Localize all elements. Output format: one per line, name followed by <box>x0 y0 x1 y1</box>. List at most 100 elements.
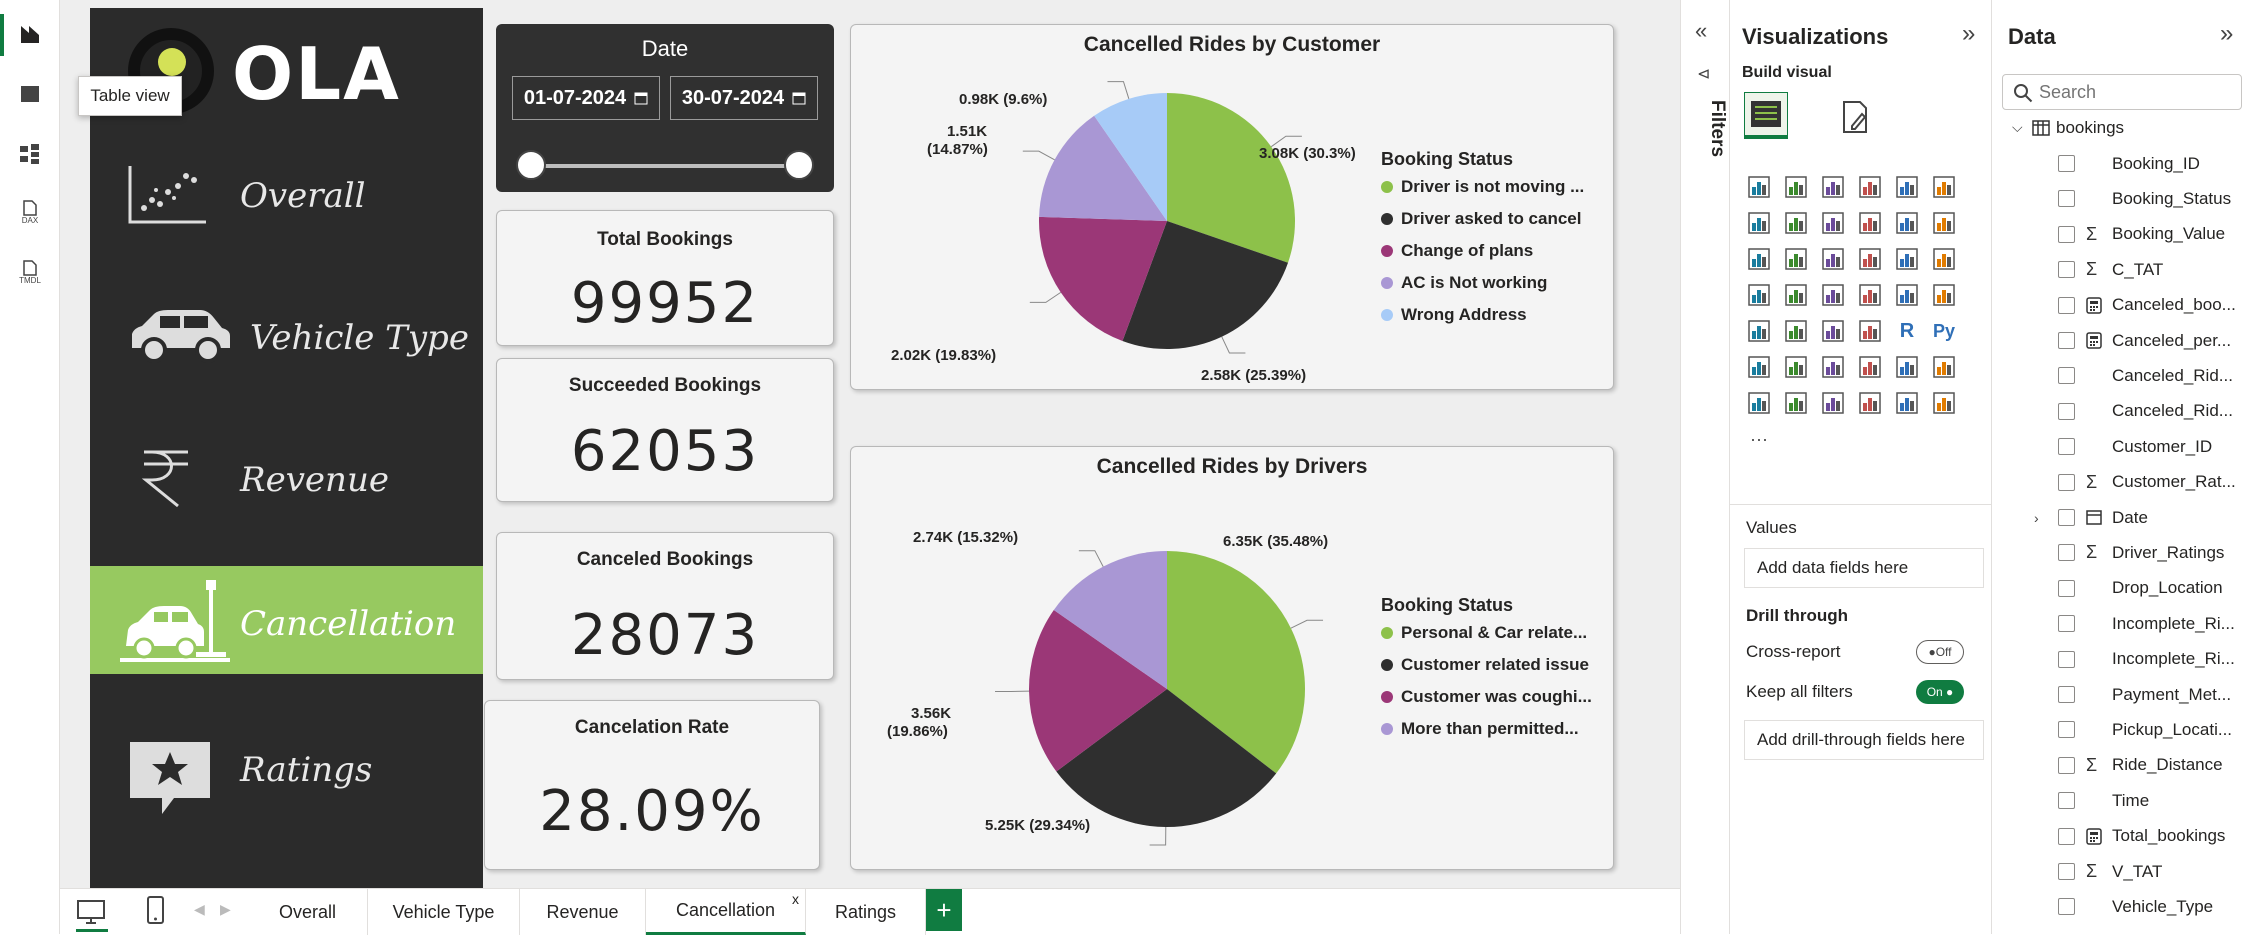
waterfall-icon[interactable] <box>1744 244 1774 274</box>
field-item[interactable]: Customer_ID <box>1992 429 2246 464</box>
end-date-input[interactable]: 30-07-2024 <box>670 76 818 120</box>
tab-cancellation[interactable]: Cancellation x <box>646 889 806 935</box>
azure-map-icon[interactable] <box>1818 280 1848 310</box>
field-item[interactable]: ΣC_TAT <box>1992 252 2246 287</box>
field-item[interactable]: Payment_Met... <box>1992 677 2246 712</box>
legend-item[interactable]: Driver asked to cancel <box>1381 209 1581 229</box>
add-page-button[interactable]: + <box>926 889 962 931</box>
field-checkbox[interactable] <box>2058 757 2075 774</box>
table-node-bookings[interactable]: ⌵ bookings <box>1992 110 2246 145</box>
legend-item[interactable]: Driver is not moving ... <box>1381 177 1584 197</box>
r-visual-icon[interactable]: R <box>1892 316 1922 346</box>
field-checkbox[interactable] <box>2058 615 2075 632</box>
line-icon[interactable] <box>1744 208 1774 238</box>
key-influencers-icon[interactable] <box>1744 352 1774 382</box>
field-item[interactable]: ›Date <box>1992 500 2246 535</box>
tab-scroll-left-icon[interactable]: ◀ <box>194 901 205 918</box>
line-col-icon[interactable] <box>1855 208 1885 238</box>
image-icon[interactable] <box>1818 388 1848 418</box>
arcgis-icon[interactable] <box>1855 388 1885 418</box>
legend-item[interactable]: More than permitted... <box>1381 719 1579 739</box>
cross-report-toggle[interactable]: ● Off <box>1916 640 1964 664</box>
stacked-area-icon[interactable] <box>1818 208 1848 238</box>
field-checkbox[interactable] <box>2058 332 2075 349</box>
treemap-icon[interactable] <box>1929 244 1959 274</box>
paginated-icon[interactable] <box>1929 352 1959 382</box>
tab-overall[interactable]: Overall <box>248 889 368 935</box>
field-checkbox[interactable] <box>2058 580 2075 597</box>
field-checkbox[interactable] <box>2058 651 2075 668</box>
data-search-box[interactable] <box>2002 74 2242 110</box>
start-slider-handle[interactable] <box>516 150 546 180</box>
donut-icon[interactable] <box>1892 244 1922 274</box>
nav-revenue[interactable]: Revenue <box>90 424 483 532</box>
line-clustered-icon[interactable] <box>1892 208 1922 238</box>
nav-cancellation[interactable]: Cancellation <box>90 566 483 674</box>
field-checkbox[interactable] <box>2058 226 2075 243</box>
nav-overall[interactable]: Overall <box>90 140 483 248</box>
field-item[interactable]: Incomplete_Ri... <box>1992 606 2246 641</box>
funnel-icon[interactable] <box>1781 244 1811 274</box>
field-item[interactable]: Canceled_boo... <box>1992 288 2246 323</box>
search-input[interactable] <box>2039 79 2235 105</box>
start-date-input[interactable]: 01-07-2024 <box>512 76 660 120</box>
field-item[interactable]: Canceled_Rid... <box>1992 394 2246 429</box>
more-icon[interactable]: ··· <box>1744 424 1774 454</box>
collapse-viz-icon[interactable]: » <box>1962 20 1975 48</box>
close-tab-icon[interactable]: x <box>792 891 799 907</box>
field-item[interactable]: Booking_Status <box>1992 181 2246 216</box>
date-slicer[interactable]: Date 01-07-2024 30-07-2024 <box>496 24 834 192</box>
pie-icon[interactable] <box>1855 244 1885 274</box>
values-drop-zone[interactable]: Add data fields here <box>1744 548 1984 588</box>
field-checkbox[interactable] <box>2058 863 2075 880</box>
filled-map-icon[interactable] <box>1781 280 1811 310</box>
matrix-icon[interactable] <box>1855 316 1885 346</box>
table-view-icon[interactable] <box>16 80 44 108</box>
field-checkbox[interactable] <box>2058 686 2075 703</box>
area-icon[interactable] <box>1781 208 1811 238</box>
field-item[interactable]: ΣRide_Distance <box>1992 748 2246 783</box>
legend-item[interactable]: Customer related issue <box>1381 655 1589 675</box>
tmdl-view-icon[interactable]: TMDL <box>16 258 44 286</box>
field-checkbox[interactable] <box>2058 297 2075 314</box>
collapse-data-icon[interactable]: » <box>2220 20 2233 48</box>
field-item[interactable]: Total_bookings <box>1992 819 2246 854</box>
clustered-bar-icon[interactable] <box>1818 172 1848 202</box>
clustered-column-icon[interactable] <box>1855 172 1885 202</box>
100-column-icon[interactable] <box>1929 172 1959 202</box>
field-item[interactable]: ΣV_TAT <box>1992 854 2246 889</box>
nav-vehicle-type[interactable]: Vehicle Type <box>90 282 483 390</box>
field-checkbox[interactable] <box>2058 509 2075 526</box>
kpi-icon[interactable] <box>1744 316 1774 346</box>
table-icon[interactable] <box>1818 316 1848 346</box>
legend-item[interactable]: Personal & Car relate... <box>1381 623 1587 643</box>
chevrons-icon[interactable] <box>1929 388 1959 418</box>
field-checkbox[interactable] <box>2058 190 2075 207</box>
ribbon-icon[interactable] <box>1929 208 1959 238</box>
field-item[interactable]: Vehicle_Type <box>1992 889 2246 924</box>
dax-query-icon[interactable]: DAX <box>16 198 44 226</box>
expand-filters-icon[interactable]: « <box>1695 18 1707 44</box>
qa-icon[interactable] <box>1818 352 1848 382</box>
metrics-icon[interactable] <box>1892 352 1922 382</box>
desktop-layout-icon[interactable] <box>76 897 106 932</box>
tab-vehicle-type[interactable]: Vehicle Type <box>368 889 520 935</box>
scatter-chart-icon[interactable] <box>1818 244 1848 274</box>
slicer-icon[interactable] <box>1781 316 1811 346</box>
chevron-right-icon[interactable]: › <box>2034 510 2039 526</box>
map-icon[interactable] <box>1744 280 1774 310</box>
100-bar-icon[interactable] <box>1892 172 1922 202</box>
field-checkbox[interactable] <box>2058 155 2075 172</box>
nav-ratings[interactable]: Ratings <box>90 714 483 822</box>
filters-pane[interactable]: « ⊲ Filters <box>1680 0 1730 934</box>
mobile-layout-icon[interactable] <box>146 895 166 932</box>
field-item[interactable]: ΣDriver_Ratings <box>1992 535 2246 570</box>
diamond-icon[interactable] <box>1892 388 1922 418</box>
field-item[interactable]: Canceled_Rid... <box>1992 358 2246 393</box>
multi-card-icon[interactable] <box>1929 280 1959 310</box>
pie-chart-drivers[interactable]: Cancelled Rides by Drivers 6.35K (35.48%… <box>850 446 1614 870</box>
field-checkbox[interactable] <box>2058 261 2075 278</box>
drill-through-drop-zone[interactable]: Add drill-through fields here <box>1744 720 1984 760</box>
field-item[interactable]: Pickup_Locati... <box>1992 712 2246 747</box>
tab-scroll-right-icon[interactable]: ▶ <box>220 901 231 918</box>
